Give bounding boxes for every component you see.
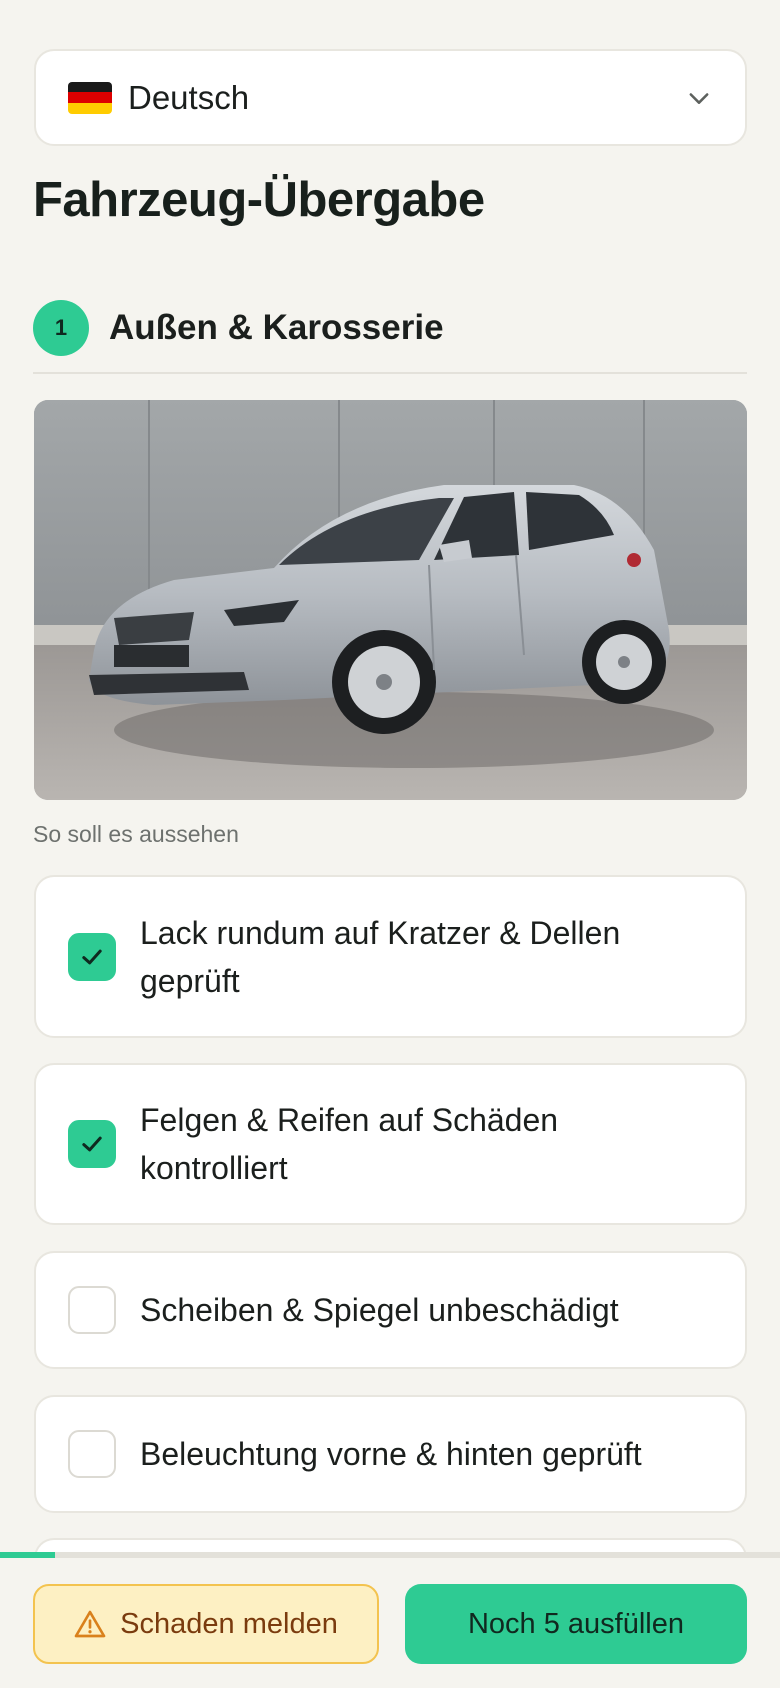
section-divider: [33, 372, 747, 374]
checklist-item-label: Scheiben & Spiegel unbeschädigt: [140, 1292, 619, 1328]
checklist-item-label: Lack rundum auf Kratzer & Dellen geprüft: [140, 914, 621, 999]
language-label: Deutsch: [128, 78, 250, 116]
handover-page: Deutsch Fahrzeug-Übergabe 1 Außen & Karo…: [0, 0, 780, 1688]
warning-triangle-icon: [74, 1610, 106, 1638]
checklist-item[interactable]: Felgen & Reifen auf Schäden kontrolliert: [34, 1063, 747, 1225]
checkbox-checked[interactable]: [68, 1120, 116, 1168]
page-title: Fahrzeug-Übergabe: [33, 173, 485, 227]
reference-caption: So soll es aussehen: [33, 821, 239, 847]
reference-car-image: [34, 400, 747, 800]
checkmark-icon: [82, 1136, 102, 1152]
checklist-item-label: Felgen & Reifen auf Schäden kontrolliert: [140, 1102, 559, 1186]
report-damage-button[interactable]: Schaden melden: [33, 1584, 379, 1664]
bottom-action-bar: Schaden melden Noch 5 ausfüllen: [0, 1558, 780, 1688]
checklist-item[interactable]: Lack rundum auf Kratzer & Dellen geprüft: [34, 875, 747, 1038]
germany-flag-icon: [68, 81, 112, 114]
checkbox-unchecked[interactable]: [68, 1430, 116, 1478]
car-photo-illustration: [34, 400, 747, 800]
checklist-item[interactable]: Scheiben & Spiegel unbeschädigt: [34, 1251, 747, 1369]
checkbox-checked[interactable]: [68, 932, 116, 981]
section-title: Außen & Karosserie: [109, 308, 444, 347]
step-number-badge: 1: [33, 300, 89, 356]
checklist-item-label: Beleuchtung vorne & hinten geprüft: [140, 1436, 642, 1472]
chevron-down-icon: [689, 92, 709, 104]
report-damage-label: Schaden melden: [120, 1607, 338, 1640]
checklist-item[interactable]: Beleuchtung vorne & hinten geprüft: [34, 1395, 747, 1513]
remaining-items-button[interactable]: Noch 5 ausfüllen: [405, 1584, 747, 1664]
remaining-items-label: Noch 5 ausfüllen: [467, 1607, 685, 1640]
checkbox-unchecked[interactable]: [68, 1286, 116, 1334]
section-header: 1 Außen & Karosserie: [33, 300, 747, 374]
checkmark-icon: [82, 949, 102, 964]
language-select[interactable]: Deutsch: [34, 49, 747, 146]
